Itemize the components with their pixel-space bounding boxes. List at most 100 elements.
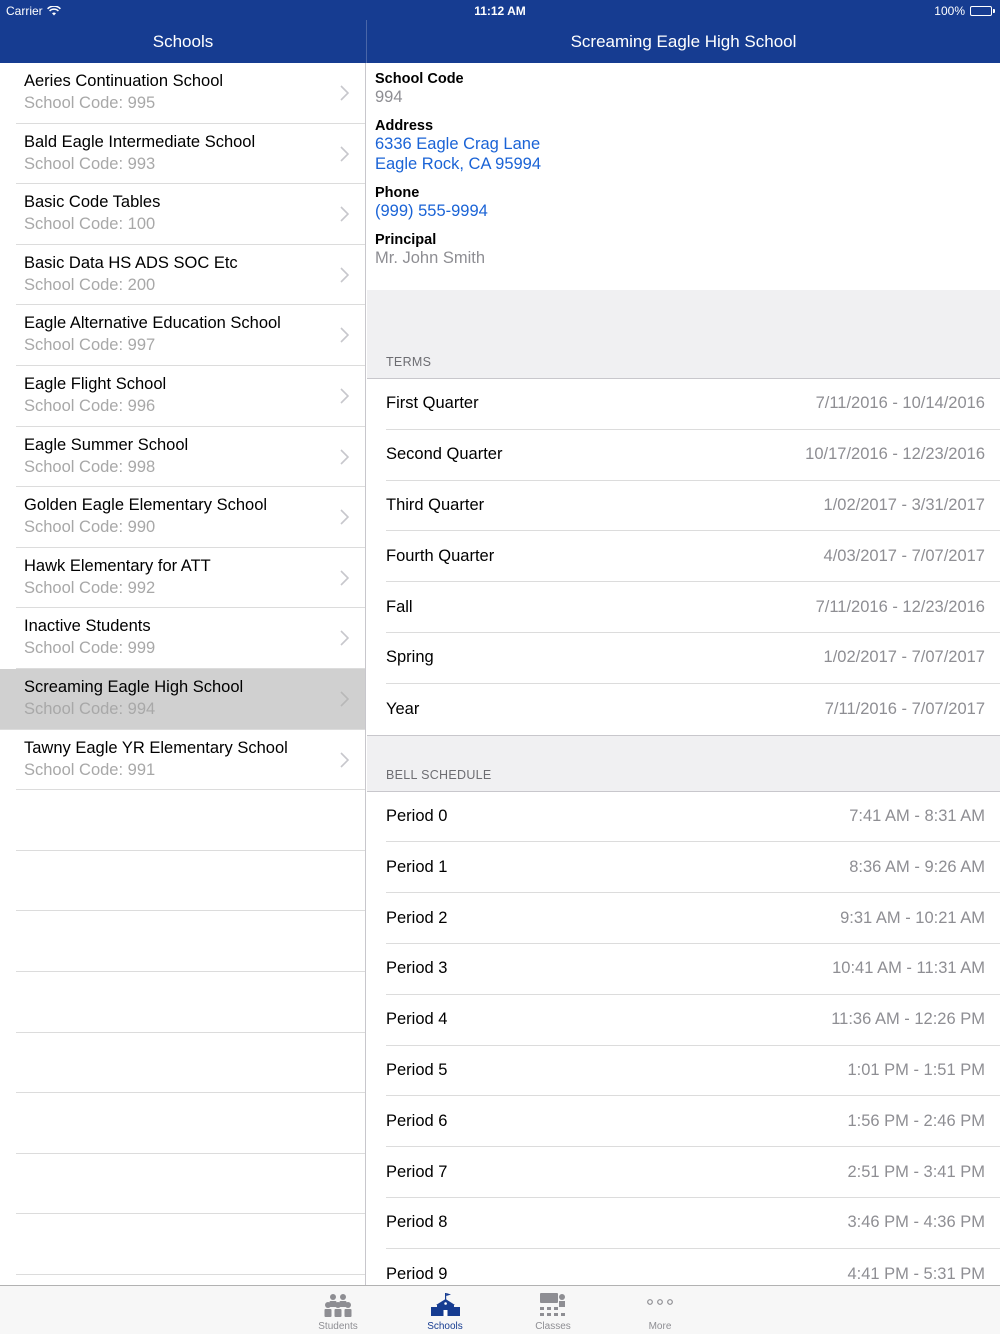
- period-time: 10:41 AM - 11:31 AM: [832, 959, 985, 978]
- chevron-right-icon: [340, 146, 349, 162]
- school-list-item[interactable]: Hawk Elementary for ATT School Code: 992: [16, 548, 365, 609]
- empty-row-separator: [16, 972, 365, 1033]
- school-code: School Code: 998: [24, 457, 156, 476]
- tab-students-label: Students: [318, 1321, 358, 1332]
- school-code: School Code: 997: [24, 336, 156, 355]
- chevron-right-icon: [340, 630, 349, 646]
- school-list-item[interactable]: Inactive Students School Code: 999: [16, 608, 365, 669]
- school-code-value: 994: [375, 88, 403, 106]
- term-name: First Quarter: [386, 394, 479, 413]
- chevron-right-icon: [340, 751, 349, 768]
- phone-link[interactable]: (999) 555-9994: [375, 201, 992, 221]
- period-row: Period 3 10:41 AM - 11:31 AM: [386, 944, 1000, 995]
- school-name: Tawny Eagle YR Elementary School: [24, 738, 288, 757]
- school-name: Aeries Continuation School: [24, 72, 224, 90]
- school-list-item[interactable]: Tawny Eagle YR Elementary School School C…: [16, 730, 365, 791]
- tab-students[interactable]: Students: [293, 1292, 383, 1332]
- term-row: Spring 1/02/2017 - 7/07/2017: [386, 633, 1000, 684]
- school-name: Basic Code Tables: [24, 193, 161, 212]
- tab-classes[interactable]: Classes: [508, 1292, 598, 1332]
- chevron-right-icon: [340, 509, 349, 525]
- school-list-item[interactable]: Eagle Alternative Education School School…: [16, 305, 365, 366]
- school-code: School Code: 990: [24, 518, 156, 537]
- period-time: 1:56 PM - 2:46 PM: [847, 1111, 985, 1130]
- tab-more-label: More: [648, 1321, 672, 1332]
- chevron-right-icon: [340, 267, 349, 283]
- school-name: Inactive Students: [24, 617, 151, 636]
- principal-label: Principal: [375, 232, 437, 248]
- chevron-right-icon: [340, 570, 349, 586]
- school-list-item[interactable]: Aeries Continuation School School Code: 9…: [16, 63, 365, 124]
- terms-section-header: TERMS: [386, 355, 432, 369]
- school-code-label: School Code: [375, 71, 464, 87]
- term-row: Second Quarter 10/17/2016 - 12/23/2016: [386, 430, 1000, 481]
- school-code: School Code: 995: [24, 94, 156, 112]
- term-row: Fourth Quarter 4/03/2017 - 7/07/2017: [386, 531, 1000, 583]
- term-dates: 4/03/2017 - 7/07/2017: [823, 546, 985, 565]
- empty-row-separator: [16, 851, 365, 912]
- period-name: Period 3: [386, 959, 448, 978]
- bell-schedule-section-header: BELL SCHEDULE: [386, 767, 492, 782]
- term-row: Fall 7/11/2016 - 12/23/2016: [386, 582, 1000, 633]
- phone-label: Phone: [375, 185, 420, 201]
- term-row: Year 7/11/2016 - 7/07/2017: [386, 684, 1000, 735]
- master-title: Schools: [152, 32, 214, 51]
- school-building-icon: [431, 1293, 460, 1316]
- period-name: Period 7: [386, 1162, 448, 1181]
- school-name: Eagle Alternative Education School: [24, 314, 281, 333]
- school-code: School Code: 993: [24, 154, 156, 173]
- terms-table: First Quarter 7/11/2016 - 10/14/2016 Secon…: [367, 378, 1000, 736]
- school-list-item[interactable]: Basic Data HS ADS SOC Etc School Code: 20…: [16, 245, 365, 306]
- term-dates: 7/11/2016 - 10/14/2016: [815, 394, 985, 413]
- period-row: Period 9 4:41 PM - 5:31 PM: [386, 1249, 1000, 1285]
- period-name: Period 2: [386, 908, 448, 927]
- period-name: Period 4: [386, 1010, 448, 1029]
- chevron-right-icon: [340, 691, 349, 707]
- period-time: 2:51 PM - 3:41 PM: [847, 1162, 985, 1181]
- school-code: School Code: 994: [24, 699, 156, 718]
- school-code: School Code: 200: [24, 275, 156, 294]
- tab-schools[interactable]: Schools: [400, 1292, 490, 1332]
- school-detail[interactable]: School Code 994 Address 6336 Eagle Crag …: [367, 63, 1000, 1285]
- school-code: School Code: 991: [24, 760, 156, 779]
- school-code: School Code: 992: [24, 578, 156, 597]
- school-code: School Code: 100: [24, 215, 156, 234]
- tab-bar: Students Schools Classes More: [0, 1285, 1000, 1334]
- battery-indicator: 100%: [934, 4, 995, 18]
- term-name: Year: [386, 699, 420, 718]
- battery-percent: 100%: [934, 4, 965, 18]
- school-name: Eagle Flight School: [24, 374, 167, 393]
- term-dates: 1/02/2017 - 3/31/2017: [823, 495, 985, 514]
- school-name: Eagle Summer School: [24, 435, 189, 454]
- period-name: Period 9: [386, 1264, 448, 1283]
- school-name: Hawk Elementary for ATT: [24, 556, 211, 575]
- classroom-icon: [540, 1293, 565, 1316]
- period-row: Period 0 7:41 AM - 8:31 AM: [386, 792, 1000, 843]
- school-list-item[interactable]: Screaming Eagle High School School Code: …: [0, 668, 365, 730]
- school-list-item[interactable]: Eagle Flight School School Code: 996: [16, 366, 365, 427]
- term-dates: 7/11/2016 - 12/23/2016: [815, 597, 985, 616]
- empty-row-separator: [16, 911, 365, 972]
- tab-more[interactable]: More: [615, 1292, 705, 1332]
- school-list-item[interactable]: Bald Eagle Intermediate School School Cod…: [16, 124, 365, 185]
- schools-list[interactable]: Aeries Continuation School School Code: 9…: [0, 63, 366, 1285]
- address-label: Address: [375, 118, 434, 134]
- period-time: 4:41 PM - 5:31 PM: [847, 1264, 985, 1283]
- bell-schedule-table: Period 0 7:41 AM - 8:31 AM Period 1 8:36 AM…: [367, 790, 1000, 1285]
- empty-row-separator: [16, 790, 365, 851]
- term-name: Third Quarter: [386, 495, 485, 514]
- address-line2-link[interactable]: Eagle Rock, CA 95994: [375, 154, 992, 174]
- period-name: Period 8: [386, 1213, 448, 1232]
- chevron-right-icon: [340, 85, 349, 101]
- period-time: 8:36 AM - 9:26 AM: [849, 857, 985, 876]
- address-line1-link[interactable]: 6336 Eagle Crag Lane: [375, 134, 992, 154]
- empty-row-separator: [16, 1214, 365, 1275]
- term-dates: 1/02/2017 - 7/07/2017: [823, 648, 985, 667]
- school-list-item[interactable]: Golden Eagle Elementary School School Cod…: [16, 487, 365, 548]
- term-name: Second Quarter: [386, 445, 503, 464]
- period-row: Period 4 11:36 AM - 12:26 PM: [386, 995, 1000, 1046]
- period-time: 11:36 AM - 12:26 PM: [831, 1010, 985, 1029]
- school-list-item[interactable]: Basic Code Tables School Code: 100: [16, 184, 365, 245]
- school-list-item[interactable]: Eagle Summer School School Code: 998: [16, 427, 365, 488]
- school-code: School Code: 999: [24, 639, 156, 658]
